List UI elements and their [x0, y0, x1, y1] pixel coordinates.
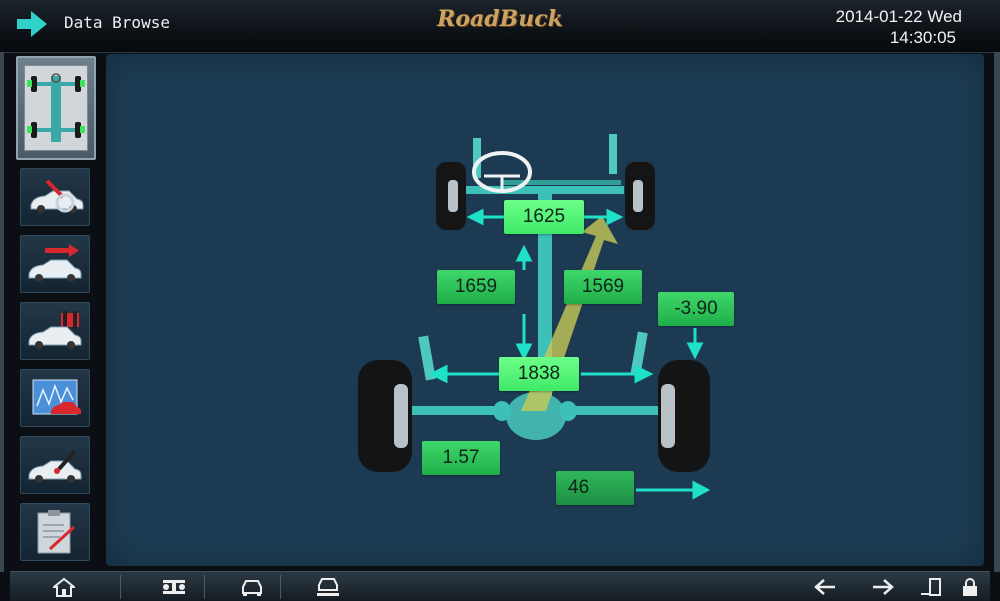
home-button[interactable] — [46, 574, 82, 600]
left-frame — [0, 52, 4, 572]
date-text: 2014-01-22 Wed — [835, 7, 962, 26]
toolbar-divider — [280, 575, 281, 599]
arrow-left-icon — [814, 579, 835, 595]
report-clipboard-icon — [37, 510, 76, 554]
lock-button[interactable] — [956, 574, 984, 600]
chassis-data-panel: 1625 1659 1569 1838 -3.90 1.57 46 — [106, 54, 984, 566]
next-button[interactable] — [866, 574, 900, 600]
right-wheelbase-value: 1569 — [564, 270, 642, 304]
sidebar-item-report[interactable] — [20, 503, 90, 561]
setback-value: -3.90 — [658, 292, 734, 326]
lift-button[interactable] — [156, 574, 192, 600]
rear-track-value: 1838 — [499, 357, 579, 391]
lift-icon — [163, 580, 185, 594]
sidebar — [12, 54, 98, 568]
sidebar-item-chassis-overview[interactable] — [16, 56, 96, 160]
arrow-right-icon — [873, 579, 894, 595]
toolbar-divider — [120, 575, 121, 599]
car-front-lift-icon — [317, 578, 339, 596]
previous-button[interactable] — [808, 574, 842, 600]
arrow-right-icon — [17, 11, 47, 37]
chassis-diagram — [358, 134, 711, 500]
lock-icon — [963, 578, 977, 596]
car-alignment-icon — [28, 311, 82, 349]
page-title: Data Browse — [64, 13, 170, 32]
exit-icon — [921, 578, 941, 596]
chassis-overview-icon — [24, 65, 88, 151]
vehicle-button[interactable] — [234, 574, 270, 600]
time-text: 14:30:05 — [889, 28, 956, 47]
toolbar-divider — [204, 575, 205, 599]
sidebar-item-data-chart[interactable] — [20, 369, 90, 427]
sidebar-item-alignment[interactable] — [20, 302, 90, 360]
sidebar-item-inspection[interactable] — [20, 168, 90, 226]
front-track-value: 1625 — [504, 200, 584, 234]
right-frame — [994, 52, 1000, 572]
car-data-chart-icon — [32, 379, 81, 415]
sidebar-item-adjust[interactable] — [20, 436, 90, 494]
vehicle-lift-button[interactable] — [310, 574, 346, 600]
exit-button[interactable] — [916, 574, 946, 600]
date-time: 2014-01-22 Wed 14:30:05 — [836, 6, 962, 48]
rear-value: 1.57 — [422, 441, 500, 475]
top-bar: Data Browse RoadBuck 2014-01-22 Wed 14:3… — [0, 0, 1000, 53]
bottom-toolbar — [10, 571, 990, 601]
car-adjust-icon — [28, 449, 82, 483]
offset-value: 46 — [556, 471, 634, 505]
car-direction-icon — [28, 244, 82, 282]
car-front-icon — [242, 580, 262, 596]
car-inspection-icon — [30, 179, 84, 213]
back-button[interactable] — [10, 7, 54, 41]
home-icon — [53, 577, 75, 597]
left-wheelbase-value: 1659 — [437, 270, 515, 304]
sidebar-item-direction[interactable] — [20, 235, 90, 293]
